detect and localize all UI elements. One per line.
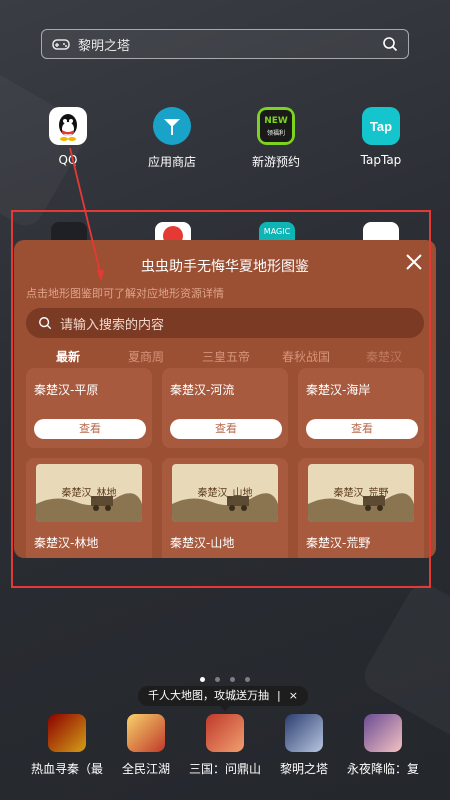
annotation-arrow xyxy=(69,147,104,282)
